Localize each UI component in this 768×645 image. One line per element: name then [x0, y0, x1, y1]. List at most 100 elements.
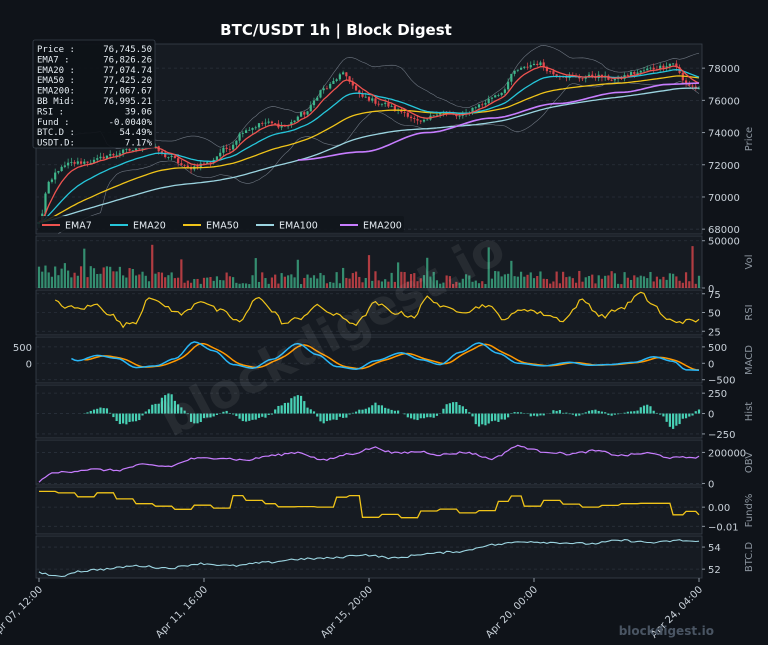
y-tick-label: 200000	[708, 448, 746, 459]
volume-bar	[157, 272, 160, 288]
volume-bar	[523, 276, 526, 288]
volume-bar	[138, 274, 141, 288]
hist-bar	[623, 412, 626, 414]
volume-bar	[254, 258, 257, 288]
y-tick-label: 72000	[708, 161, 740, 172]
hist-bar	[672, 413, 675, 429]
hist-bar	[316, 413, 319, 417]
panel-ylabel: BTC.D	[744, 542, 755, 573]
y-tick-label: 70000	[708, 193, 740, 204]
candle-body	[371, 98, 374, 101]
info-value: 77,425.20	[103, 76, 152, 86]
volume-bar	[112, 271, 115, 288]
volume-bar	[147, 281, 151, 288]
candle-body	[296, 116, 299, 121]
hist-bar	[529, 413, 532, 417]
volume-bar	[562, 271, 565, 288]
hist-bar	[397, 410, 400, 414]
volume-bar	[348, 278, 351, 288]
volume-bar	[60, 268, 63, 288]
candle-body	[248, 129, 251, 131]
volume-bar	[47, 272, 50, 288]
hist-bar	[678, 413, 681, 425]
volume-bar	[219, 280, 222, 288]
volume-bar	[164, 277, 167, 288]
candle-body	[238, 133, 241, 141]
volume-bar	[633, 275, 636, 288]
hist-bar	[662, 413, 665, 417]
hist-bar	[329, 413, 332, 421]
panel-obv: 0 200000OBV	[35, 439, 755, 490]
volume-bar	[180, 259, 183, 288]
candle-body	[513, 70, 516, 74]
candle-body	[79, 161, 83, 164]
hist-bar	[303, 401, 306, 414]
candle-body	[626, 75, 629, 76]
candle-body	[342, 72, 345, 75]
candle-body	[668, 63, 671, 67]
volume-bar	[109, 266, 112, 288]
hist-bar	[393, 410, 396, 414]
hist-bar	[244, 413, 248, 422]
volume-bar	[238, 283, 241, 288]
hist-bar	[99, 407, 102, 414]
hist-bar	[607, 413, 610, 416]
info-value: 76,745.50	[103, 45, 152, 55]
hist-bar	[629, 411, 633, 414]
volume-bar	[351, 273, 354, 288]
hist-bar	[319, 413, 322, 422]
hist-bar	[584, 412, 587, 414]
hist-bar	[542, 413, 545, 416]
info-label: USDT.D:	[37, 139, 75, 149]
candle-body	[481, 104, 484, 106]
hist-bar	[426, 413, 429, 418]
volume-bar	[672, 273, 675, 288]
hist-bar	[115, 413, 118, 421]
panel-fund: −0.01 0.00 Fund%	[35, 486, 755, 535]
hist-bar	[587, 410, 591, 414]
volume-bar	[604, 275, 607, 288]
volume-bar	[225, 272, 228, 288]
hist-bar	[626, 411, 629, 414]
panel-ylabel: OBV	[744, 452, 755, 473]
info-label: EMA20 :	[37, 66, 75, 76]
legend-label: EMA7	[65, 221, 92, 232]
volume-bar	[299, 284, 303, 288]
candle-body	[57, 171, 60, 173]
candle-body	[519, 67, 523, 70]
volume-bar	[199, 283, 202, 288]
candle-body	[672, 63, 675, 65]
volume-bar	[264, 278, 267, 288]
volume-bar	[332, 282, 335, 288]
candle-body	[47, 181, 50, 194]
y-tick-label: 74000	[708, 129, 740, 140]
candle-body	[67, 162, 70, 166]
hist-bar	[312, 411, 316, 414]
info-value: 77,074.74	[103, 66, 152, 76]
y-tick-label: 50000	[708, 237, 740, 248]
candle-body	[662, 65, 665, 68]
legend-label: EMA100	[279, 221, 318, 232]
hist-bar	[500, 413, 503, 420]
hist-bar	[581, 413, 584, 415]
candle-body	[76, 161, 79, 164]
hist-bar	[403, 413, 406, 415]
volume-bar	[335, 272, 338, 288]
hist-bar	[464, 409, 468, 414]
candle-body	[160, 151, 164, 153]
candle-body	[335, 79, 338, 82]
hist-bar	[539, 413, 542, 416]
candle-body	[426, 119, 429, 121]
panel-hist: −250 0 250 Hist	[35, 384, 755, 441]
candle-body	[257, 123, 261, 128]
volume-bar	[558, 283, 561, 288]
candle-body	[54, 172, 57, 180]
candle-body	[403, 112, 406, 113]
hist-bar	[519, 412, 523, 414]
candle-body	[264, 122, 267, 124]
hist-bar	[552, 410, 555, 414]
info-value: 76,826.26	[103, 55, 152, 65]
candle-body	[50, 179, 54, 182]
panel-frame	[35, 439, 703, 486]
volume-bar	[319, 272, 322, 288]
